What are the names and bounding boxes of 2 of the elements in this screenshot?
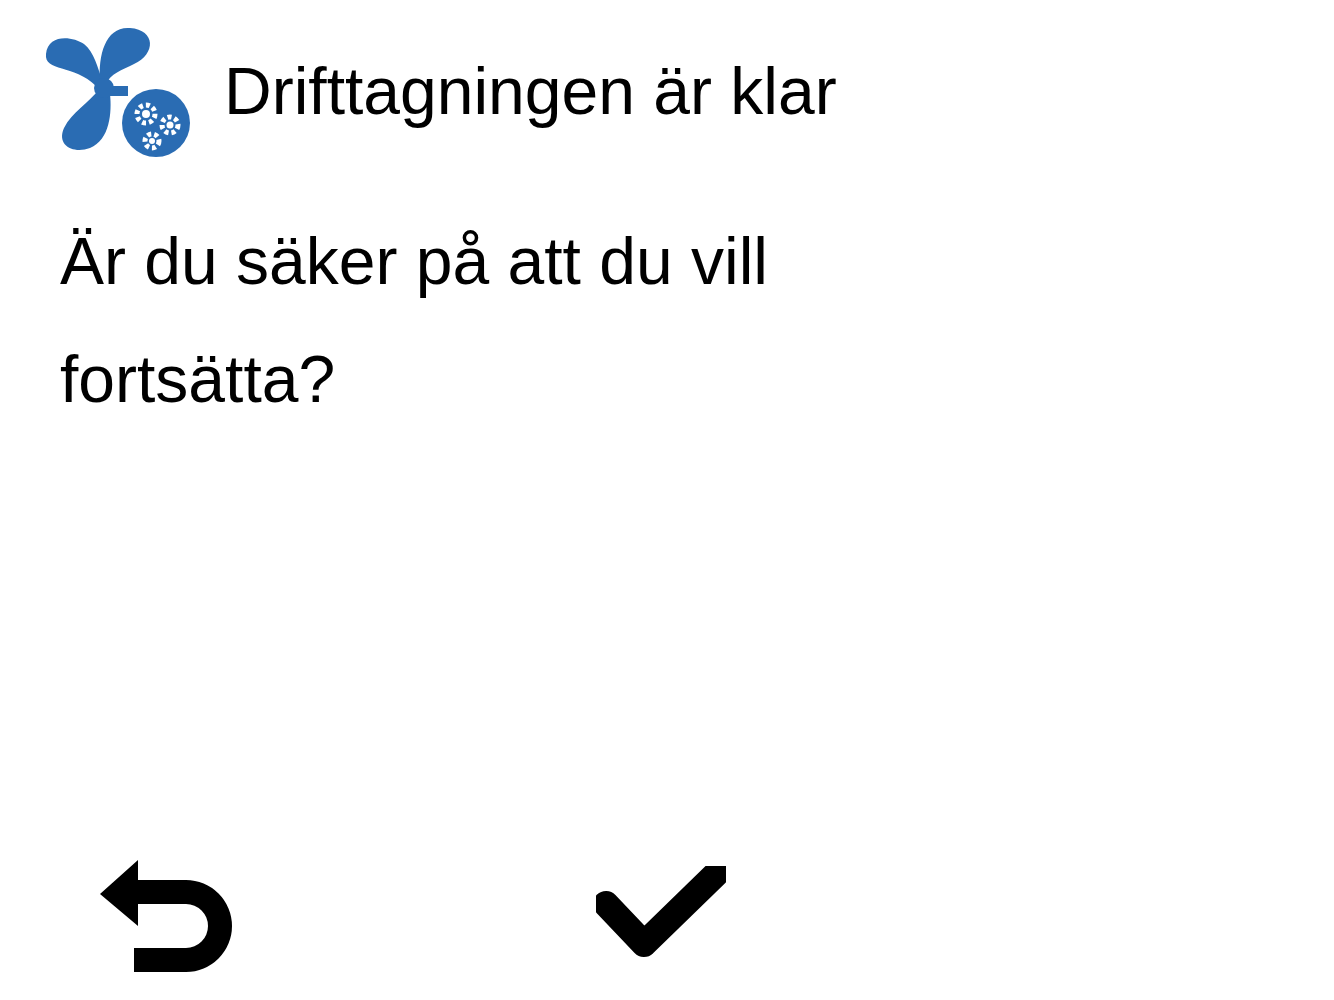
confirmation-message: Är du säker på att du vill fortsätta? — [60, 223, 770, 418]
screen-title: Drifttagningen är klar — [224, 53, 837, 129]
